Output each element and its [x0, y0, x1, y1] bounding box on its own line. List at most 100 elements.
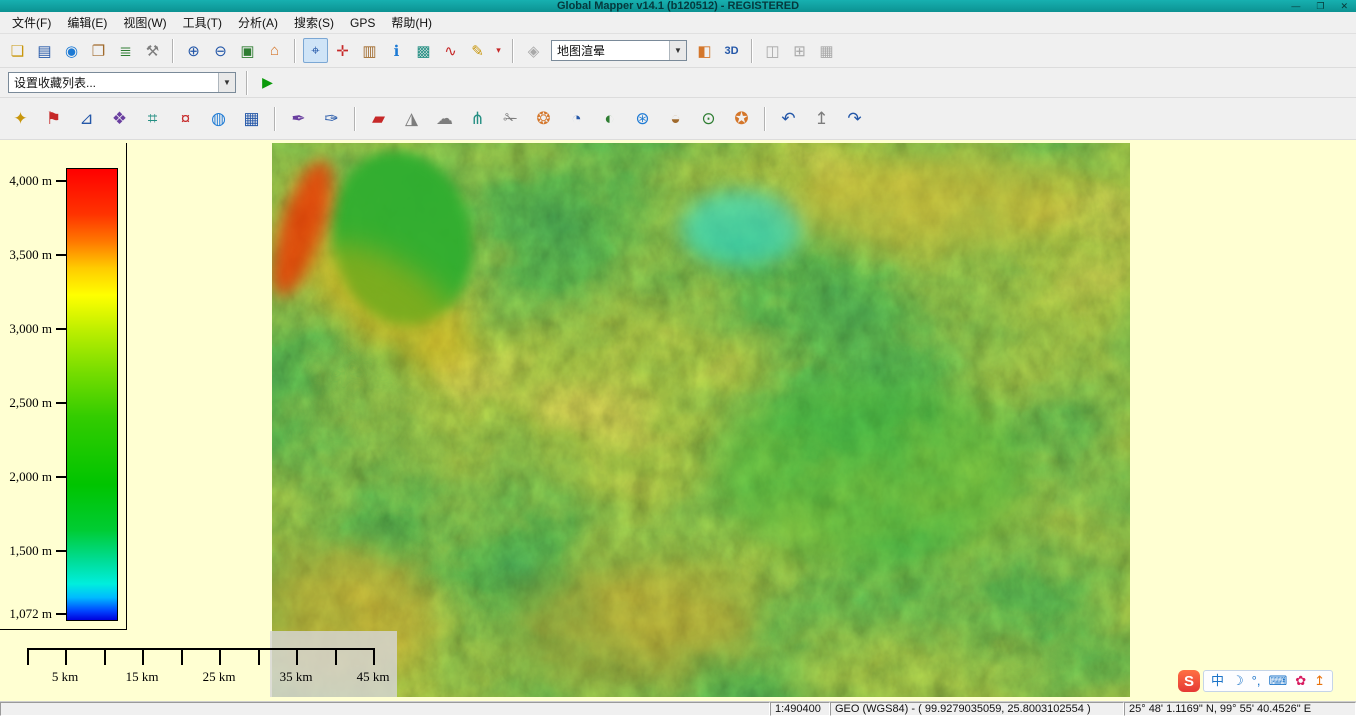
path-profile-icon[interactable]: ∿ — [438, 38, 463, 63]
sun-shading-icon[interactable]: ❂ — [529, 104, 558, 133]
half-moon-icon[interactable]: ☽ — [1232, 672, 1244, 690]
sogou-logo-icon[interactable]: S — [1178, 670, 1200, 692]
toolbar-separator — [764, 107, 766, 131]
mound-tool-icon[interactable]: ◮ — [397, 104, 426, 133]
overlay-control-center-icon[interactable]: ≣ — [113, 38, 138, 63]
cut-and-fill-icon[interactable]: ◒ — [661, 104, 690, 133]
digitizer-menu-icon[interactable]: ▾ — [492, 38, 505, 63]
undo-icon[interactable]: ↶ — [774, 104, 803, 133]
globe-analysis-icon[interactable]: ◍ — [204, 104, 233, 133]
image-swipe-icon[interactable]: ▩ — [411, 38, 436, 63]
menu-view[interactable]: 视图(W) — [115, 12, 174, 33]
open-workspace-icon[interactable]: ❐ — [86, 38, 111, 63]
cloud-cover-icon[interactable]: ☁ — [430, 104, 459, 133]
status-message-area — [0, 702, 770, 716]
full-extent-icon[interactable]: ▣ — [235, 38, 260, 63]
draw-line-icon[interactable]: ✑ — [317, 104, 346, 133]
map-canvas[interactable] — [272, 143, 1130, 697]
menu-tools[interactable]: 工具(T) — [175, 12, 230, 33]
toolbox-icon[interactable]: ↥ — [1314, 672, 1325, 690]
zoom-in-icon[interactable]: ⊕ — [181, 38, 206, 63]
restore-button[interactable]: ❐ — [1316, 0, 1324, 12]
terrain-paint-icon[interactable]: ▰ — [364, 104, 393, 133]
gps-lock-icon[interactable]: ◈ — [521, 38, 546, 63]
scale-tick — [258, 648, 260, 665]
save-workspace-icon[interactable]: ▤ — [32, 38, 57, 63]
favorites-toolbar: 设置收藏列表... ▼ ▶ — [0, 68, 1356, 98]
favorites-select-value: 设置收藏列表... — [9, 74, 218, 91]
grid-overlay-icon[interactable]: ▦ — [237, 104, 266, 133]
punctuation-icon[interactable]: °, — [1252, 672, 1261, 690]
chevron-down-icon[interactable]: ▼ — [218, 73, 235, 92]
legend-label: 3,500 m — [0, 246, 52, 264]
draw-point-icon[interactable]: ✒ — [284, 104, 313, 133]
menu-help[interactable]: 帮助(H) — [383, 12, 440, 33]
file-toolbar: ❏ ▤ ◉ ❐ ≣ ⚒ ⊕ ⊖ ▣ ⌂ ⌖ ✛ ▥ ℹ ▩ ∿ ✎ ▾ ◈ 地图… — [0, 34, 1356, 68]
measure-tool-icon[interactable]: ▥ — [357, 38, 382, 63]
chevron-down-icon[interactable]: ▼ — [669, 41, 686, 60]
scale-bar: 5 km 15 km 25 km 35 km 45 km — [0, 631, 400, 698]
feature-info-icon[interactable]: ℹ — [384, 38, 409, 63]
scale-tick — [27, 648, 29, 665]
open-data-file-icon[interactable]: ❏ — [5, 38, 30, 63]
digitizer-icon[interactable]: ✎ — [465, 38, 490, 63]
smooth-terrain-icon[interactable]: ✪ — [727, 104, 756, 133]
zoom-out-icon[interactable]: ⊖ — [208, 38, 233, 63]
raster-calc-icon[interactable]: ⊛ — [628, 104, 657, 133]
minimize-button[interactable]: — — [1291, 0, 1300, 12]
volume-measure-icon[interactable]: ⊙ — [694, 104, 723, 133]
legend-tick — [56, 328, 66, 330]
map-layout-icon[interactable]: ◫ — [760, 38, 785, 63]
cut-tool-icon[interactable]: ✁ — [496, 104, 525, 133]
code-tool-icon[interactable]: ¤ — [171, 104, 200, 133]
color-ramp-icon[interactable]: ✦ — [6, 104, 35, 133]
pick-elevation-icon[interactable]: ⋔ — [463, 104, 492, 133]
scale-label: 45 km — [343, 669, 403, 685]
pan-tool-icon[interactable]: ✛ — [330, 38, 355, 63]
legend-tick — [56, 254, 66, 256]
atlas-shader-icon[interactable]: ❖ — [105, 104, 134, 133]
grid-display-icon[interactable]: ▦ — [814, 38, 839, 63]
shader-options-icon[interactable]: ◧ — [692, 38, 717, 63]
chinese-mode-icon[interactable]: 中 — [1211, 672, 1224, 690]
toolbar-separator — [274, 107, 276, 131]
export-up-icon[interactable]: ↥ — [807, 104, 836, 133]
view-shed-icon[interactable]: ◐ — [595, 104, 624, 133]
redo-icon[interactable]: ↷ — [840, 104, 869, 133]
soft-keyboard-icon[interactable]: ⌨ — [1268, 672, 1287, 690]
favorites-select[interactable]: 设置收藏列表... ▼ — [8, 72, 236, 93]
toolbar-separator — [512, 39, 514, 63]
menu-search[interactable]: 搜索(S) — [286, 12, 342, 33]
scale-tick — [335, 648, 337, 665]
legend-label: 4,000 m — [0, 172, 52, 190]
menu-gps[interactable]: GPS — [342, 14, 383, 32]
legend-tick — [56, 613, 66, 615]
legend-label: 1,500 m — [0, 542, 52, 560]
close-button[interactable]: ✕ — [1340, 0, 1348, 12]
zoom-tool-icon[interactable]: ⌖ — [303, 38, 328, 63]
skin-icon[interactable]: ✿ — [1295, 672, 1306, 690]
toolbar-separator — [246, 71, 248, 95]
scale-label: 5 km — [35, 669, 95, 685]
view-3d-icon[interactable]: 3D — [719, 38, 744, 63]
scale-tick — [104, 648, 106, 665]
full-view-icon[interactable]: ⌂ — [262, 38, 287, 63]
scale-tick — [296, 648, 298, 665]
menu-edit[interactable]: 编辑(E) — [59, 12, 115, 33]
elevation-grid-icon[interactable]: ⌗ — [138, 104, 167, 133]
scale-tick — [142, 648, 144, 665]
slope-shader-icon[interactable]: ⊿ — [72, 104, 101, 133]
open-online-data-icon[interactable]: ◉ — [59, 38, 84, 63]
legend-label: 3,000 m — [0, 320, 52, 338]
configuration-icon[interactable]: ⚒ — [140, 38, 165, 63]
menu-analysis[interactable]: 分析(A) — [230, 12, 286, 33]
menu-file[interactable]: 文件(F) — [4, 12, 59, 33]
run-favorite-icon[interactable]: ▶ — [255, 70, 280, 95]
watershed-icon[interactable]: ◔ — [562, 104, 591, 133]
shader-select[interactable]: 地图渲晕 ▼ — [551, 40, 687, 61]
scale-label: 25 km — [189, 669, 249, 685]
view-window-icon[interactable]: ⊞ — [787, 38, 812, 63]
flag-marker-icon[interactable]: ⚑ — [39, 104, 68, 133]
legend-tick — [56, 476, 66, 478]
elevation-gradient-bar — [66, 168, 118, 621]
